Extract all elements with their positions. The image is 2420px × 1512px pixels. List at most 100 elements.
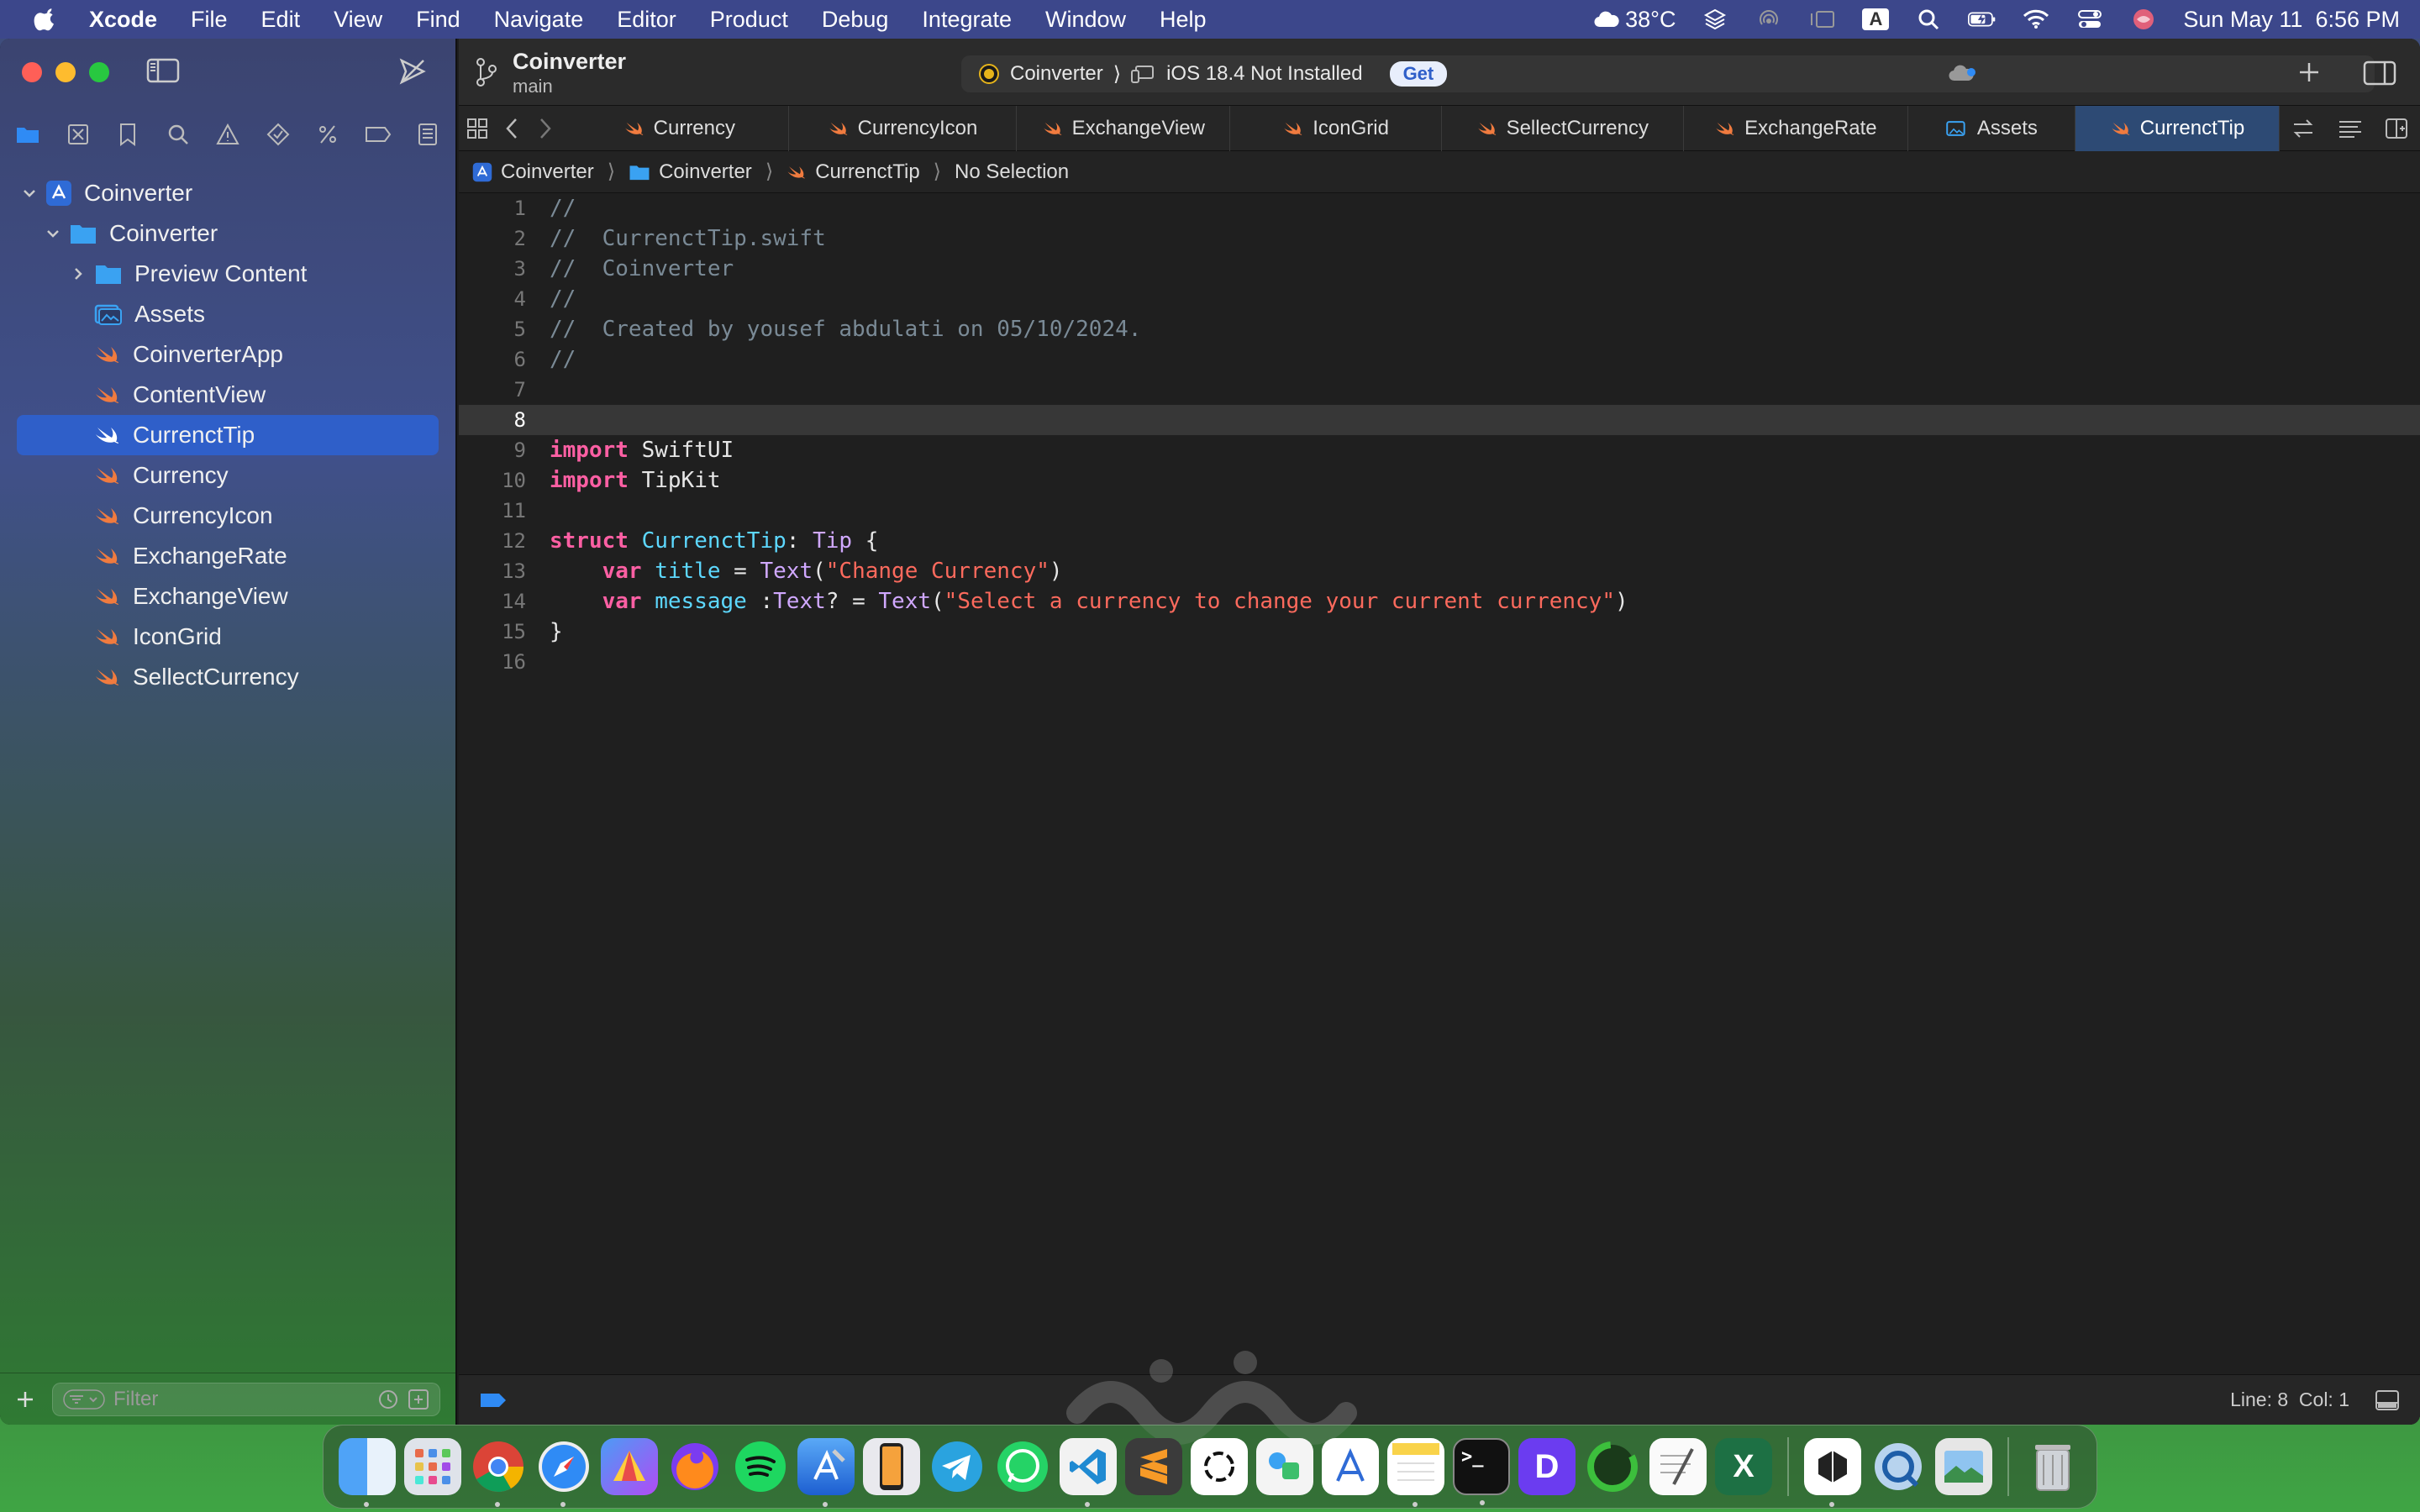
add-file-icon[interactable]	[15, 1389, 35, 1410]
toggle-inspector-icon[interactable]	[2363, 60, 2396, 86]
siri-icon[interactable]	[2129, 8, 2158, 31]
dock-dia-icon[interactable]: D	[1518, 1438, 1576, 1495]
tree-item-icongrid[interactable]: IconGrid	[0, 617, 455, 657]
tree-item-currencyicon[interactable]: CurrencyIcon	[0, 496, 455, 536]
dock-spotify-icon[interactable]	[732, 1438, 789, 1495]
jumpbar-project[interactable]: Coinverter	[501, 160, 594, 184]
dock-mirror-icon[interactable]	[1804, 1438, 1861, 1507]
grid-view-icon[interactable]	[459, 117, 496, 140]
source-control-navigator-icon[interactable]	[64, 120, 92, 149]
tab-assets[interactable]: Assets	[1908, 105, 2075, 151]
close-window-button[interactable]	[22, 62, 42, 82]
toggle-debug-area-icon[interactable]	[2375, 1389, 2400, 1411]
menu-integrate[interactable]: Integrate	[922, 7, 1012, 33]
editor-options-icon[interactable]	[2327, 118, 2374, 139]
dock-creator-icon[interactable]	[1322, 1438, 1379, 1495]
dock-trash-icon[interactable]	[2024, 1438, 2081, 1495]
toggle-sidebar-icon[interactable]	[146, 57, 180, 84]
dock-safari-icon[interactable]	[535, 1438, 592, 1507]
cloud-status-icon[interactable]	[1948, 62, 1978, 82]
tree-item-preview-content[interactable]: Preview Content	[0, 254, 455, 294]
minimize-window-button[interactable]	[55, 62, 76, 82]
code-line[interactable]: 12 struct CurrenctTip: Tip {	[459, 526, 2420, 556]
menu-navigate[interactable]: Navigate	[494, 7, 584, 33]
code-line[interactable]: 6 //	[459, 344, 2420, 375]
menu-edit[interactable]: Edit	[261, 7, 301, 33]
folder-navigator-icon[interactable]	[13, 120, 42, 149]
jumpbar-selection[interactable]: No Selection	[955, 160, 1069, 184]
tab-exchangeview[interactable]: ExchangeView	[1017, 105, 1231, 151]
tab-sellectcurrency[interactable]: SellectCurrency	[1442, 105, 1684, 151]
code-line[interactable]: 3 // Coinverter	[459, 254, 2420, 284]
branch-icon[interactable]	[474, 57, 499, 87]
tab-currency[interactable]: Currency	[571, 105, 789, 151]
dock-chatgpt-icon[interactable]	[1191, 1438, 1248, 1495]
code-line-current[interactable]: 8	[459, 405, 2420, 435]
clock-datetime[interactable]: Sun May 11 6:56 PM	[2183, 7, 2400, 33]
code-line[interactable]: 16	[459, 647, 2420, 677]
code-line[interactable]: 10 import TipKit	[459, 465, 2420, 496]
back-arrow-icon[interactable]	[496, 117, 529, 140]
control-center-icon[interactable]	[2075, 8, 2104, 31]
code-line[interactable]: 14 var message :Text? = Text("Select a c…	[459, 586, 2420, 617]
tree-item-currencttip[interactable]: CurrenctTip	[17, 415, 439, 455]
jumpbar-file[interactable]: CurrenctTip	[815, 160, 919, 184]
source-control-filter-icon[interactable]	[408, 1389, 429, 1410]
menu-debug[interactable]: Debug	[822, 7, 889, 33]
dock-preview-icon[interactable]	[1935, 1438, 1992, 1495]
debug-navigator-icon[interactable]	[313, 120, 342, 149]
code-editor[interactable]: 1 // 2 // CurrenctTip.swift 3 // Coinverter…	[459, 193, 2420, 1374]
jumpbar-group[interactable]: Coinverter	[659, 160, 752, 184]
dock-freeform-icon[interactable]	[1256, 1438, 1313, 1495]
tree-item-currency[interactable]: Currency	[0, 455, 455, 496]
menu-find[interactable]: Find	[416, 7, 460, 33]
dock-firefox-icon[interactable]	[666, 1438, 723, 1495]
dock-xcode-icon[interactable]	[797, 1438, 855, 1507]
chevron-down-icon[interactable]	[45, 226, 60, 241]
run-stop-icon[interactable]	[398, 57, 427, 86]
wifi-icon[interactable]	[2022, 8, 2050, 31]
dock-notes-icon[interactable]	[1387, 1438, 1444, 1507]
menu-view[interactable]: View	[334, 7, 382, 33]
code-line[interactable]: 11	[459, 496, 2420, 526]
tree-item-contentview[interactable]: ContentView	[0, 375, 455, 415]
issue-navigator-icon[interactable]	[213, 120, 242, 149]
tab-icongrid[interactable]: IconGrid	[1230, 105, 1442, 151]
menu-help[interactable]: Help	[1160, 7, 1207, 33]
code-line[interactable]: 4 //	[459, 284, 2420, 314]
tree-group-coinverter[interactable]: Coinverter	[0, 213, 455, 254]
spotlight-search-icon[interactable]	[1914, 8, 1943, 31]
code-line[interactable]: 1 //	[459, 193, 2420, 223]
dock-terminal-icon[interactable]: >_	[1453, 1438, 1510, 1505]
tree-item-exchangeview[interactable]: ExchangeView	[0, 576, 455, 617]
menu-app-name[interactable]: Xcode	[89, 7, 157, 33]
dock-quicktime-icon[interactable]	[1870, 1438, 1927, 1495]
code-line[interactable]: 2 // CurrenctTip.swift	[459, 223, 2420, 254]
chevron-down-icon[interactable]	[22, 186, 37, 201]
related-items-icon[interactable]	[2280, 118, 2327, 139]
zoom-window-button[interactable]	[89, 62, 109, 82]
tree-project-root[interactable]: Coinverter	[0, 173, 455, 213]
dock-chrome-icon[interactable]	[470, 1438, 527, 1507]
code-line[interactable]: 7	[459, 375, 2420, 405]
tab-currencttip[interactable]: CurrenctTip	[2075, 105, 2281, 151]
menu-product[interactable]: Product	[710, 7, 788, 33]
bookmark-navigator-icon[interactable]	[113, 120, 142, 149]
dock-excel-icon[interactable]: X	[1715, 1438, 1772, 1495]
destination-selector[interactable]: iOS 18.4 Not Installed	[1166, 62, 1362, 86]
dock-textedit-icon[interactable]	[1649, 1438, 1707, 1495]
find-navigator-icon[interactable]	[164, 120, 192, 149]
dock-circle-icon[interactable]	[1584, 1438, 1641, 1495]
tab-currencyicon[interactable]: CurrencyIcon	[789, 105, 1018, 151]
test-navigator-icon[interactable]	[264, 120, 292, 149]
layers-icon[interactable]	[1701, 8, 1729, 31]
tree-item-sellectcurrency[interactable]: SellectCurrency	[0, 657, 455, 697]
dock-vscode-icon[interactable]	[1060, 1438, 1117, 1507]
navigator-filter-input[interactable]: Filter	[52, 1382, 440, 1416]
dock-launchpad-icon[interactable]	[404, 1438, 461, 1495]
weather-widget[interactable]: 38°C	[1593, 7, 1676, 33]
dock-simulator-icon[interactable]	[863, 1438, 920, 1495]
recent-files-icon[interactable]	[377, 1389, 399, 1410]
get-platform-button[interactable]: Get	[1389, 61, 1448, 87]
dock-telegram-icon[interactable]	[929, 1438, 986, 1495]
